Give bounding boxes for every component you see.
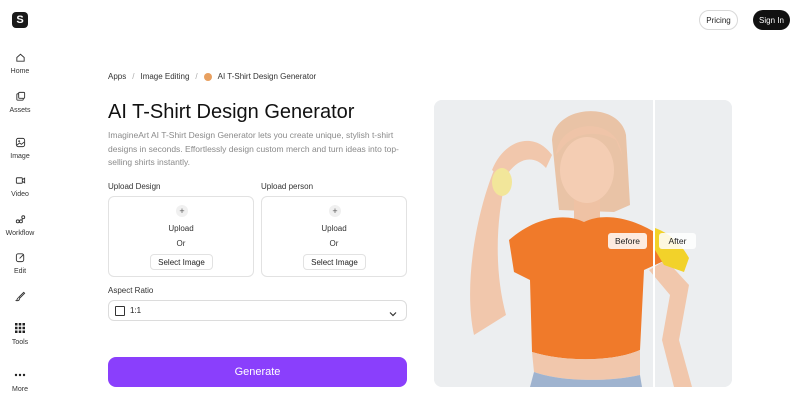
breadcrumb-separator: /	[132, 72, 135, 81]
upload-person-label: Upload person	[261, 182, 314, 191]
sidebar-item-tools[interactable]: Tools	[0, 321, 40, 346]
pricing-button[interactable]: Pricing	[699, 10, 738, 30]
breadcrumb: Apps / Image Editing / AI T-Shirt Design…	[108, 72, 316, 81]
video-icon	[13, 173, 27, 187]
upload-text: Upload	[321, 224, 347, 233]
sidebar-item-label: Assets	[9, 107, 31, 114]
select-design-image-button[interactable]: Select Image	[150, 254, 213, 270]
upload-person-dropzone[interactable]: + Upload Or Select Image	[261, 196, 407, 277]
chevron-down-icon	[388, 306, 398, 317]
sidebar-item-image[interactable]: Image	[0, 135, 40, 160]
plus-icon: +	[176, 205, 188, 217]
sidebar-item-assets[interactable]: Assets	[0, 89, 40, 114]
sidebar-item-label: More	[12, 386, 28, 393]
sidebar-item-video[interactable]: Video	[0, 173, 40, 198]
sidebar: S Home Assets Image Video Workflow Edit …	[0, 0, 40, 405]
aspect-ratio-value: 1:1	[130, 306, 142, 315]
assets-icon	[13, 89, 27, 103]
breadcrumb-image-editing[interactable]: Image Editing	[140, 72, 189, 81]
logo-icon[interactable]: S	[12, 12, 28, 28]
upload-design-label: Upload Design	[108, 182, 161, 191]
sidebar-item-home[interactable]: Home	[0, 50, 40, 75]
sidebar-item-label: Home	[10, 68, 30, 75]
page-description: ImagineArt AI T-Shirt Design Generator l…	[108, 130, 399, 167]
brush-icon	[13, 289, 27, 303]
upload-design-dropzone[interactable]: + Upload Or Select Image	[108, 196, 254, 277]
sidebar-item-label: Workflow	[5, 230, 35, 237]
sidebar-item-workflow[interactable]: Workflow	[0, 212, 40, 237]
after-label: After	[659, 233, 696, 249]
image-icon	[13, 135, 27, 149]
sidebar-item-brush[interactable]	[0, 289, 40, 303]
generate-button[interactable]: Generate	[108, 357, 407, 387]
tshirt-app-icon	[203, 72, 212, 81]
sidebar-item-edit[interactable]: Edit	[0, 250, 40, 275]
sidebar-item-more[interactable]: More	[0, 368, 40, 393]
page-title: AI T-Shirt Design Generator	[108, 101, 355, 123]
before-after-preview[interactable]: Before After	[434, 100, 732, 387]
select-person-image-button[interactable]: Select Image	[303, 254, 366, 270]
edit-icon	[13, 250, 27, 264]
square-ratio-icon	[115, 305, 125, 316]
or-text: Or	[176, 239, 186, 248]
breadcrumb-apps[interactable]: Apps	[108, 72, 126, 81]
sign-in-button[interactable]: Sign In	[753, 10, 790, 30]
sidebar-item-label: Video	[11, 191, 29, 198]
plus-icon: +	[329, 205, 341, 217]
upload-text: Upload	[168, 224, 194, 233]
sidebar-item-label: Tools	[11, 339, 29, 346]
workflow-icon	[13, 212, 27, 226]
grid-icon	[13, 321, 27, 335]
sidebar-item-label: Edit	[13, 268, 27, 275]
breadcrumb-current: AI T-Shirt Design Generator	[217, 72, 317, 81]
or-text: Or	[329, 239, 339, 248]
breadcrumb-separator: /	[195, 72, 198, 81]
aspect-ratio-select[interactable]: 1:1	[108, 300, 407, 321]
aspect-ratio-label: Aspect Ratio	[108, 286, 154, 295]
sidebar-item-label: Image	[10, 153, 30, 160]
before-label: Before	[608, 233, 647, 249]
more-icon	[13, 368, 27, 382]
home-icon	[13, 50, 27, 64]
